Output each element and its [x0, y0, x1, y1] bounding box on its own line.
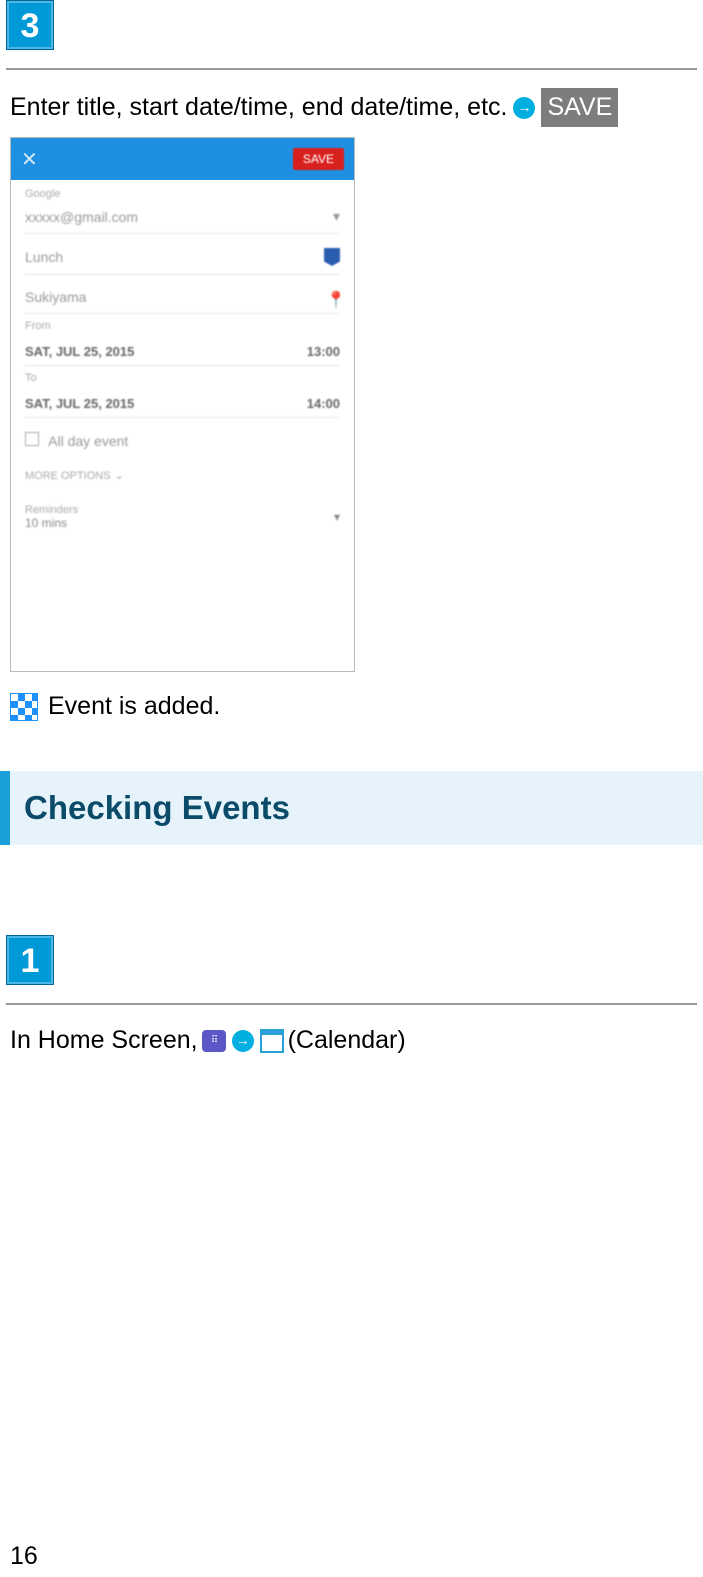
arrow-icon: → — [232, 1030, 254, 1052]
result-text: Event is added. — [48, 692, 220, 721]
step-1-prefix: In Home Screen, — [10, 1023, 198, 1058]
divider — [6, 68, 697, 70]
reminder-label: Reminders — [25, 504, 78, 516]
reminder-value: 10 mins — [25, 516, 78, 530]
allday-wrap: All day event — [25, 432, 128, 449]
result-line: Event is added. — [6, 692, 697, 721]
step-1-badge: 1 — [6, 935, 54, 985]
phone-save-button: SAVE — [293, 148, 344, 170]
phone-header: ✕ SAVE — [11, 138, 354, 180]
step-1-instruction: In Home Screen, ⠿ → (Calendar) — [6, 1023, 697, 1058]
more-label: MORE OPTIONS — [25, 470, 111, 482]
phone-account: Google xxxxx@gmail.com ▾ — [25, 188, 340, 234]
tag-icon — [324, 248, 340, 266]
location-row: Sukiyama 📍 — [25, 281, 340, 314]
checkered-flag-icon — [10, 693, 38, 721]
phone-screenshot: ✕ SAVE Google xxxxx@gmail.com ▾ Lunch Su… — [10, 137, 355, 672]
allday-row: All day event — [25, 424, 340, 457]
step-3-instruction: Enter title, start date/time, end date/t… — [6, 88, 697, 127]
divider — [6, 1003, 697, 1005]
account-row: xxxxx@gmail.com ▾ — [25, 200, 340, 234]
more-options: MORE OPTIONS ⌄ — [25, 463, 340, 488]
calendar-icon — [260, 1029, 284, 1053]
step-3-text: Enter title, start date/time, end date/t… — [10, 90, 507, 125]
section-heading: Checking Events — [0, 771, 703, 845]
from-row: SAT, JUL 25, 2015 13:00 — [25, 338, 340, 366]
reminder-col: Reminders 10 mins — [25, 504, 78, 530]
dropdown-icon: ▾ — [333, 208, 340, 225]
step-3-badge: 3 — [6, 0, 54, 50]
to-row: SAT, JUL 25, 2015 14:00 — [25, 390, 340, 418]
from-label: From — [25, 320, 340, 332]
arrow-icon: → — [513, 97, 535, 119]
step-3-number: 3 — [21, 7, 40, 46]
title-row: Lunch — [25, 240, 340, 275]
apps-grid-icon: ⠿ — [202, 1030, 226, 1052]
from-time: 13:00 — [307, 344, 340, 359]
location-pin-icon: 📍 — [326, 290, 340, 304]
save-button-label: SAVE — [541, 88, 618, 127]
title-value: Lunch — [25, 249, 63, 265]
chevron-down-icon: ⌄ — [115, 469, 124, 482]
to-time: 14:00 — [307, 396, 340, 411]
from-date: SAT, JUL 25, 2015 — [25, 344, 134, 359]
account-label: Google — [25, 188, 340, 200]
page-number: 16 — [10, 1542, 38, 1571]
reminder-row: Reminders 10 mins ▾ — [25, 494, 340, 530]
close-icon: ✕ — [21, 147, 38, 172]
to-label: To — [25, 372, 340, 384]
account-value: xxxxx@gmail.com — [25, 209, 138, 225]
dropdown-icon: ▾ — [334, 510, 340, 524]
location-value: Sukiyama — [25, 289, 86, 305]
section-title: Checking Events — [24, 789, 290, 826]
step-1-number: 1 — [21, 942, 40, 981]
to-date: SAT, JUL 25, 2015 — [25, 396, 134, 411]
step-1-suffix: (Calendar) — [288, 1023, 406, 1058]
checkbox-icon — [25, 432, 39, 446]
allday-label: All day event — [48, 433, 128, 449]
phone-body: Google xxxxx@gmail.com ▾ Lunch Sukiyama … — [11, 180, 354, 671]
